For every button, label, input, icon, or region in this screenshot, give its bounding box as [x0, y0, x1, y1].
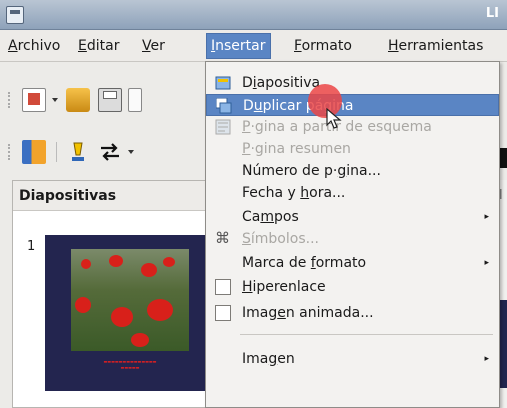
menuitem-hiperenlace[interactable]: Hiperenlace [206, 276, 499, 298]
menu-ver[interactable]: Ver [140, 30, 167, 62]
menu-herramientas[interactable]: Herramientas [386, 30, 485, 62]
open-folder-icon[interactable] [66, 88, 90, 112]
menuitem-numero-pagina[interactable]: Número de p·gina... [206, 160, 499, 182]
submenu-arrow-icon: ▸ [484, 354, 489, 364]
slide-caption: ▬▬▬▬▬▬▬▬▬▬▬▬▬▬ ▬▬▬▬▬ [103, 359, 157, 370]
pointer-icon[interactable] [66, 140, 90, 164]
menuitem-diapositiva[interactable]: Diapositiva [206, 72, 499, 94]
symbols-icon: ⌘ [215, 229, 230, 247]
menuitem-simbolos[interactable]: ⌘ Símbolos... [206, 228, 499, 250]
slide-number: 1 [27, 239, 36, 254]
menu-editar[interactable]: Editar [76, 30, 121, 62]
hyperlink-checkbox[interactable] [215, 279, 231, 295]
slide-thumbnail[interactable]: ▬▬▬▬▬▬▬▬▬▬▬▬▬▬ ▬▬▬▬▬ [45, 235, 215, 391]
toolbar-grip[interactable] [8, 144, 12, 160]
new-dropdown-icon[interactable] [52, 98, 58, 102]
drawing-toolbar [0, 132, 206, 172]
slide-icon [215, 75, 231, 91]
slides-panel: Diapositivas 1 ▬▬▬▬▬▬▬▬▬▬▬▬▬▬ ▬▬▬▬▬ [12, 180, 215, 408]
connector-dropdown-icon[interactable] [128, 150, 134, 154]
save-icon[interactable] [98, 88, 122, 112]
duplicate-slide-icon [215, 97, 232, 114]
window-menu-icon[interactable] [6, 6, 24, 24]
toolbar-separator [56, 142, 57, 162]
submenu-arrow-icon: ▸ [484, 258, 489, 268]
submenu-arrow-icon: ▸ [484, 212, 489, 222]
standard-toolbar [0, 80, 206, 120]
mouse-pointer-icon [326, 107, 342, 134]
menu-formato[interactable]: Formato [292, 30, 354, 62]
outline-slide-icon [215, 119, 231, 135]
menuitem-imagen[interactable]: Imagen ▸ [206, 348, 499, 370]
menuitem-campos[interactable]: Campos ▸ [206, 206, 499, 228]
new-document-icon[interactable] [22, 88, 46, 112]
connector-icon[interactable] [98, 140, 122, 164]
window-title: LI [485, 6, 499, 21]
animated-image-checkbox[interactable] [215, 305, 231, 321]
menuitem-fecha-hora[interactable]: Fecha y hora... [206, 182, 499, 204]
toolbar-grip[interactable] [8, 92, 12, 108]
menuitem-duplicar-pagina[interactable]: Duplicar página [206, 94, 499, 116]
menu-archivo[interactable]: Archivo [6, 30, 62, 62]
menu-separator [240, 334, 493, 335]
slide-layout-icon[interactable] [22, 140, 46, 164]
slides-panel-title: Diapositivas [13, 181, 211, 211]
export-icon[interactable] [128, 88, 142, 112]
menuitem-marca-formato[interactable]: Marca de formato ▸ [206, 252, 499, 274]
menu-bar: Archivo Editar Ver Insertar Formato Herr… [0, 30, 507, 62]
menuitem-pagina-esquema[interactable]: P·gina a partir de esquema [206, 116, 499, 138]
title-bar: LI [0, 0, 507, 30]
poppy-photo [71, 249, 189, 351]
menu-insertar[interactable]: Insertar [206, 33, 271, 59]
menuitem-pagina-resumen[interactable]: P·gina resumen [206, 138, 499, 160]
menuitem-imagen-animada[interactable]: Imagen animada... [206, 302, 499, 324]
insert-menu: Diapositiva Duplicar página P·gina a par… [205, 61, 500, 408]
